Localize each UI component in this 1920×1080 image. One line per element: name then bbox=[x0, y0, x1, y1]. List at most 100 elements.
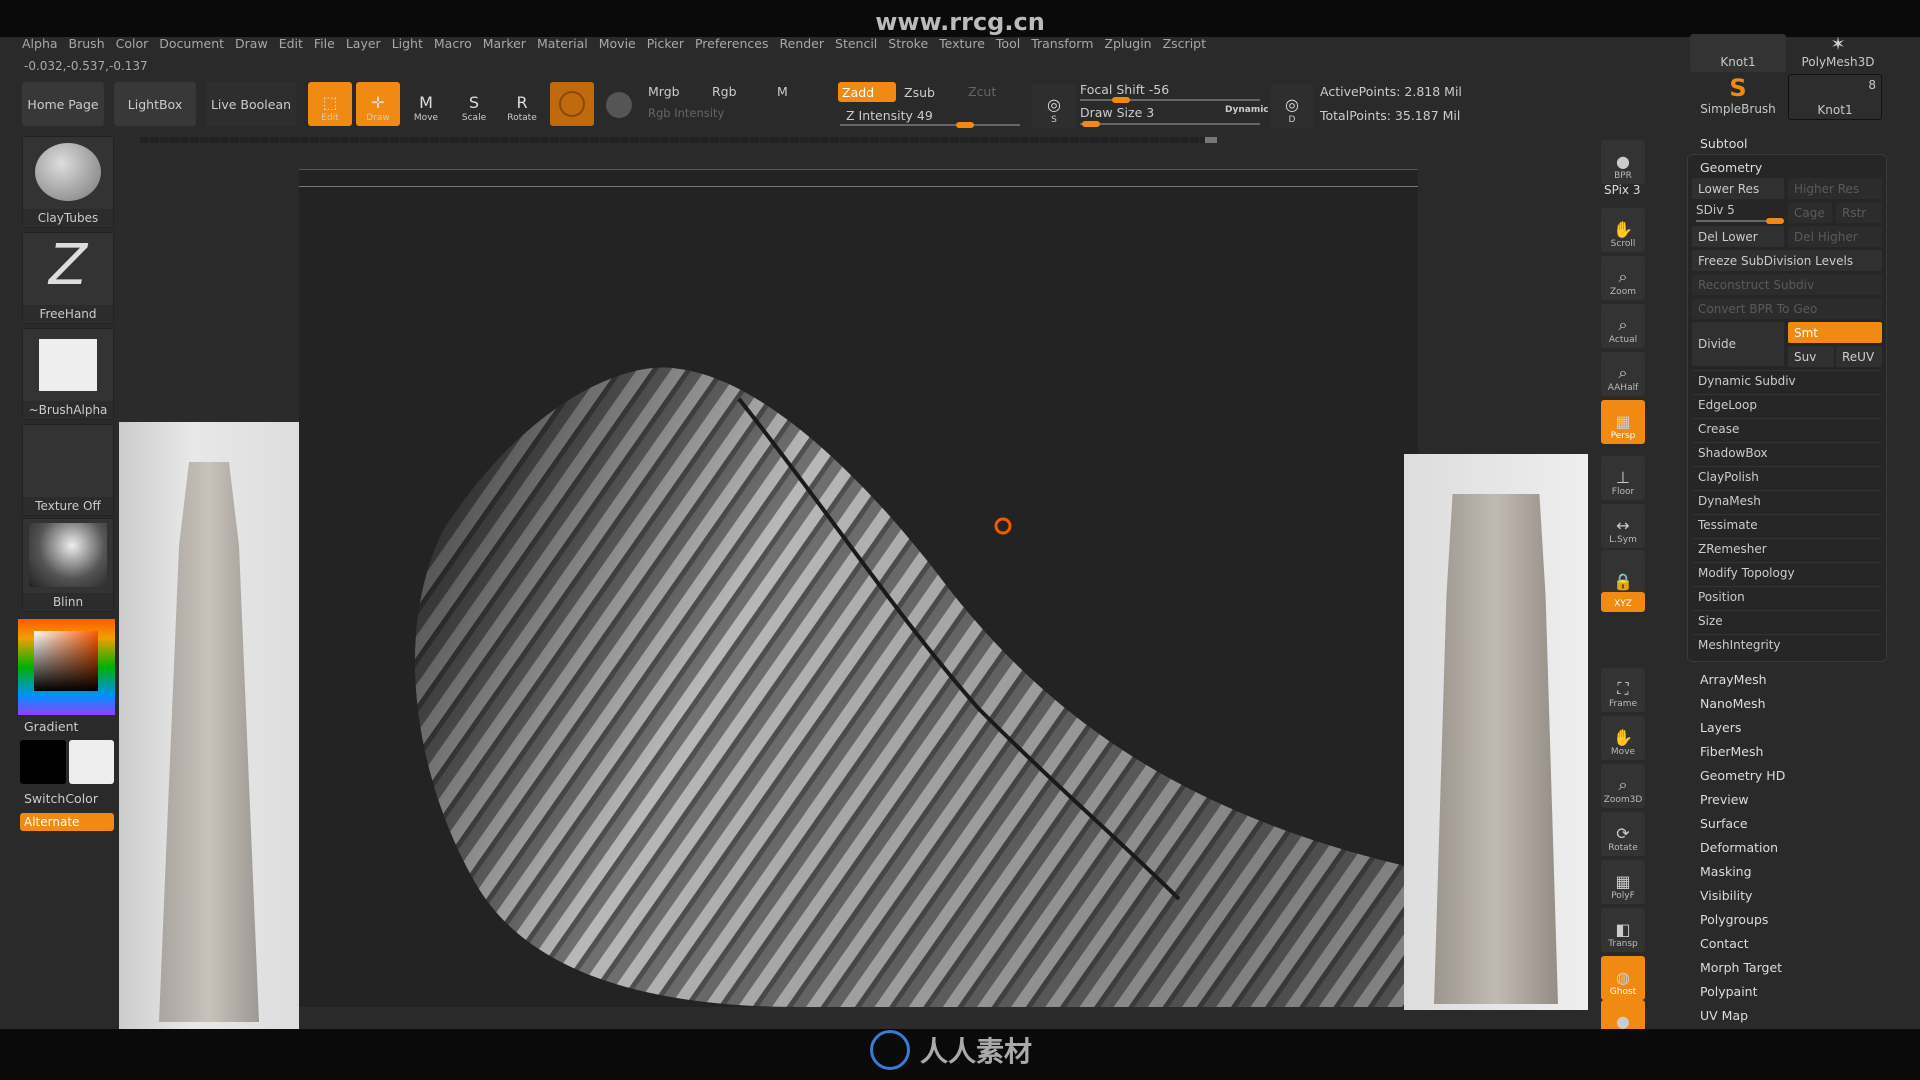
menu-transform[interactable]: Transform bbox=[1029, 36, 1102, 54]
move-button[interactable]: M Move bbox=[404, 82, 448, 126]
del-higher-button[interactable]: Del Higher bbox=[1788, 226, 1882, 247]
shelf-button-ghost[interactable]: ◍ Ghost bbox=[1601, 956, 1645, 1000]
geometry-item-zremesher[interactable]: ZRemesher bbox=[1692, 538, 1882, 559]
material-selector[interactable]: Blinn bbox=[22, 518, 114, 612]
shelf-button-xyz[interactable]: ⟲XYZ bbox=[1601, 592, 1645, 612]
tool-menu-geometry-hd[interactable]: Geometry HD bbox=[1700, 768, 1785, 783]
live-boolean-button[interactable]: Live Boolean bbox=[206, 82, 296, 126]
menu-file[interactable]: File bbox=[312, 36, 344, 54]
shelf-button-transp[interactable]: ◧ Transp bbox=[1601, 908, 1645, 952]
geometry-item-dynamic-subdiv[interactable]: Dynamic Subdiv bbox=[1692, 370, 1882, 391]
tool-menu-surface[interactable]: Surface bbox=[1700, 816, 1748, 831]
texture-selector[interactable]: Texture Off bbox=[22, 424, 114, 516]
reconstruct-subdiv-button[interactable]: Reconstruct Subdiv bbox=[1692, 274, 1882, 295]
zsub-button[interactable]: Zsub bbox=[904, 85, 935, 100]
tool-polymesh3d[interactable]: ✶ PolyMesh3D bbox=[1790, 34, 1886, 72]
menu-alpha[interactable]: Alpha bbox=[20, 36, 67, 54]
menu-material[interactable]: Material bbox=[535, 36, 597, 54]
rotate-button[interactable]: R Rotate bbox=[500, 82, 544, 126]
geometry-item-edgeloop[interactable]: EdgeLoop bbox=[1692, 394, 1882, 415]
lightbox-button[interactable]: LightBox bbox=[114, 82, 196, 126]
geometry-item-claypolish[interactable]: ClayPolish bbox=[1692, 466, 1882, 487]
geometry-item-shadowbox[interactable]: ShadowBox bbox=[1692, 442, 1882, 463]
edit-button[interactable]: ⬚ Edit bbox=[308, 82, 352, 126]
geometry-item-tessimate[interactable]: Tessimate bbox=[1692, 514, 1882, 535]
rgb-intensity-slider[interactable]: Rgb Intensity bbox=[648, 106, 724, 120]
menu-stencil[interactable]: Stencil bbox=[833, 36, 886, 54]
lower-res-button[interactable]: Lower Res bbox=[1692, 178, 1784, 199]
rgb-button[interactable]: Rgb bbox=[712, 84, 737, 99]
suv-toggle[interactable]: Suv bbox=[1788, 346, 1834, 367]
shelf-button-rotate[interactable]: ⟳ Rotate bbox=[1601, 812, 1645, 856]
convert-bpr-button[interactable]: Convert BPR To Geo bbox=[1692, 298, 1882, 319]
zcut-button[interactable]: Zcut bbox=[968, 84, 996, 99]
shelf-button-persp[interactable]: ▦ Persp bbox=[1601, 400, 1645, 444]
reuv-toggle[interactable]: ReUV bbox=[1836, 346, 1882, 367]
menu-picker[interactable]: Picker bbox=[645, 36, 693, 54]
menu-texture[interactable]: Texture bbox=[937, 36, 994, 54]
tool-menu-polygroups[interactable]: Polygroups bbox=[1700, 912, 1768, 927]
material-button[interactable] bbox=[550, 82, 594, 126]
menu-stroke[interactable]: Stroke bbox=[886, 36, 937, 54]
stroke-selector[interactable]: Z FreeHand bbox=[22, 232, 114, 324]
stroke-sphere-icon[interactable] bbox=[606, 92, 632, 118]
secondary-color-swatch[interactable] bbox=[69, 740, 114, 784]
higher-res-button[interactable]: Higher Res bbox=[1788, 178, 1882, 199]
dynamic-toggle[interactable]: Dynamic bbox=[1225, 105, 1269, 115]
shelf-button-scroll[interactable]: ✋ Scroll bbox=[1601, 208, 1645, 252]
tool-menu-morph-target[interactable]: Morph Target bbox=[1700, 960, 1782, 975]
timeline-strip[interactable] bbox=[140, 137, 1217, 143]
menu-marker[interactable]: Marker bbox=[481, 36, 535, 54]
menu-document[interactable]: Document bbox=[157, 36, 233, 54]
geometry-item-meshintegrity[interactable]: MeshIntegrity bbox=[1692, 634, 1882, 655]
cage-button[interactable]: Cage bbox=[1788, 202, 1832, 223]
switchcolor-button[interactable]: SwitchColor bbox=[24, 791, 98, 806]
alpha-selector[interactable]: ~BrushAlpha bbox=[22, 328, 114, 420]
freeze-subdivision-button[interactable]: Freeze SubDivision Levels bbox=[1692, 250, 1882, 271]
tool-menu-masking[interactable]: Masking bbox=[1700, 864, 1752, 879]
scale-button[interactable]: S Scale bbox=[452, 82, 496, 126]
shelf-button-zoom3d[interactable]: ⌕ Zoom3D bbox=[1601, 764, 1645, 808]
tool-menu-contact[interactable]: Contact bbox=[1700, 936, 1749, 951]
geometry-menu[interactable]: Geometry bbox=[1700, 160, 1762, 175]
tool-menu-arraymesh[interactable]: ArrayMesh bbox=[1700, 672, 1767, 687]
subtool-menu[interactable]: Subtool bbox=[1700, 136, 1747, 151]
menu-render[interactable]: Render bbox=[778, 36, 834, 54]
shelf-button-zoom[interactable]: ⌕ Zoom bbox=[1601, 256, 1645, 300]
sdiv-slider[interactable] bbox=[1696, 218, 1784, 224]
d-button[interactable]: ◎ D bbox=[1270, 84, 1314, 128]
shelf-button-aahalf[interactable]: ⌕ AAHalf bbox=[1601, 352, 1645, 396]
home-page-button[interactable]: Home Page bbox=[22, 82, 104, 126]
shelf-button-lock[interactable]: 🔒 bbox=[1601, 550, 1645, 594]
cloth-model[interactable] bbox=[299, 169, 1418, 1007]
color-picker[interactable] bbox=[18, 619, 115, 715]
tool-menu-uv-map[interactable]: UV Map bbox=[1700, 1008, 1748, 1023]
spix-slider[interactable]: SPix 3 bbox=[1604, 183, 1640, 197]
mrgb-button[interactable]: Mrgb bbox=[648, 84, 680, 99]
menu-draw[interactable]: Draw bbox=[233, 36, 277, 54]
geometry-item-position[interactable]: Position bbox=[1692, 586, 1882, 607]
shelf-button-polyf[interactable]: ▦ PolyF bbox=[1601, 860, 1645, 904]
menu-layer[interactable]: Layer bbox=[344, 36, 390, 54]
brush-selector[interactable]: ClayTubes bbox=[22, 136, 114, 228]
menu-tool[interactable]: Tool bbox=[994, 36, 1029, 54]
geometry-item-crease[interactable]: Crease bbox=[1692, 418, 1882, 439]
draw-size-slider[interactable] bbox=[1080, 121, 1260, 127]
shelf-button-floor[interactable]: ⊥ Floor bbox=[1601, 456, 1645, 500]
menu-macro[interactable]: Macro bbox=[432, 36, 481, 54]
menu-brush[interactable]: Brush bbox=[67, 36, 114, 54]
smt-toggle[interactable]: Smt bbox=[1788, 322, 1882, 343]
geometry-item-size[interactable]: Size bbox=[1692, 610, 1882, 631]
del-lower-button[interactable]: Del Lower bbox=[1692, 226, 1784, 247]
alternate-button[interactable]: Alternate bbox=[20, 813, 114, 831]
menu-zplugin[interactable]: Zplugin bbox=[1102, 36, 1160, 54]
z-intensity-slider[interactable] bbox=[840, 122, 1020, 128]
tool-menu-deformation[interactable]: Deformation bbox=[1700, 840, 1778, 855]
primary-color-swatch[interactable] bbox=[20, 740, 66, 784]
tool-knot1-active[interactable]: Knot1 8 bbox=[1788, 74, 1882, 120]
tool-knot1[interactable]: Knot1 bbox=[1690, 34, 1786, 72]
divide-button[interactable]: Divide bbox=[1692, 322, 1784, 366]
shelf-button-frame[interactable]: ⛶ Frame bbox=[1601, 668, 1645, 712]
tool-menu-preview[interactable]: Preview bbox=[1700, 792, 1749, 807]
menu-movie[interactable]: Movie bbox=[597, 36, 645, 54]
